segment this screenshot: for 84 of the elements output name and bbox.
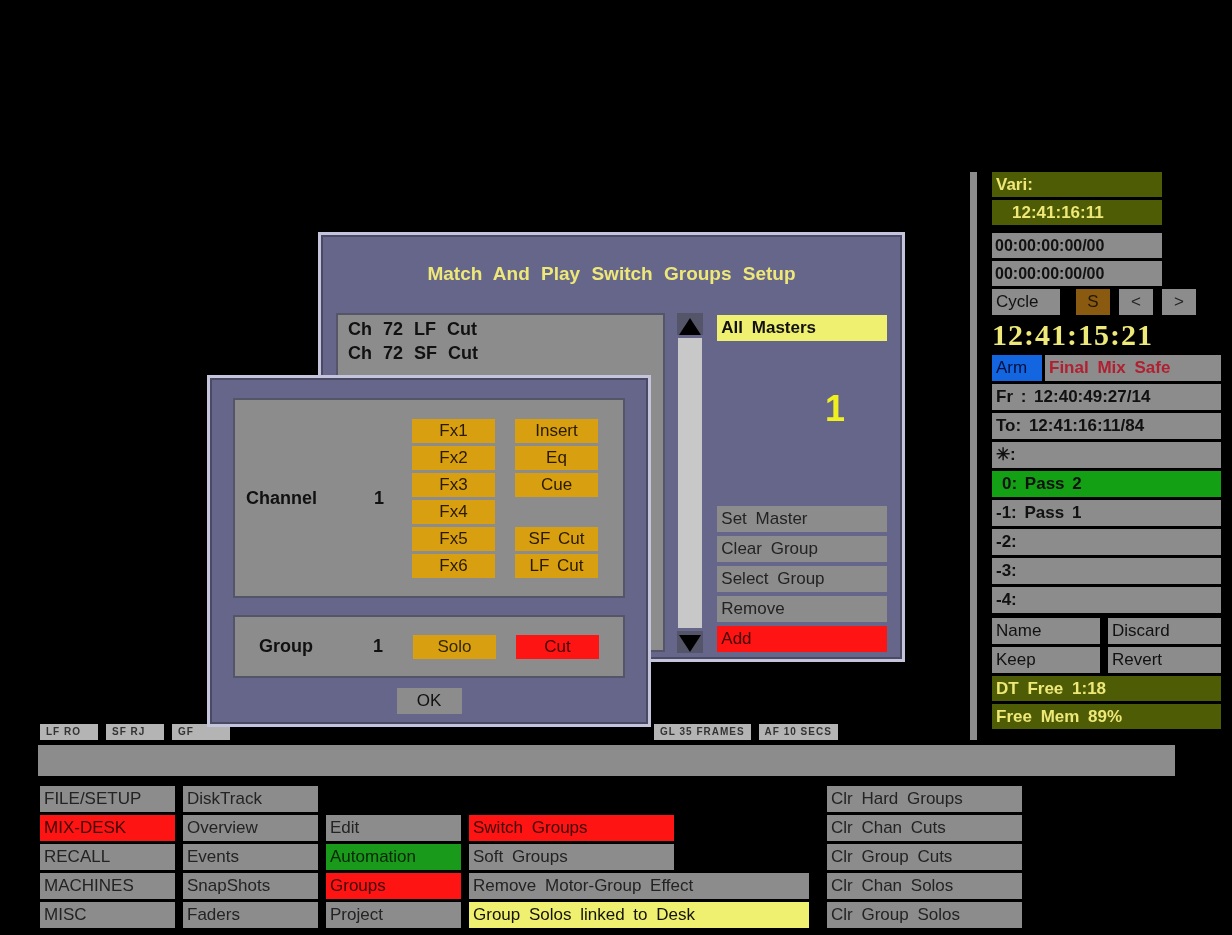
scroll-up-icon[interactable] xyxy=(677,313,704,335)
status-tag: SF RJ xyxy=(106,724,164,740)
status-tag: AF 10 SECS xyxy=(758,724,838,740)
from-time: Fr : 12:40:49:27/14 xyxy=(992,384,1221,410)
group-label: Group xyxy=(259,635,314,658)
status-tag: GF xyxy=(172,724,230,740)
toggle-button[interactable]: LF Cut xyxy=(515,553,598,578)
cycle-control-button[interactable]: S xyxy=(1076,289,1110,315)
cycle-control-button[interactable]: > xyxy=(1162,289,1196,315)
menu-item[interactable]: SnapShots xyxy=(183,873,318,899)
disk-free-status: DT Free 1:18 xyxy=(992,676,1221,701)
pass-item[interactable]: ✳: xyxy=(992,442,1221,468)
menu-item[interactable]: Overview xyxy=(183,815,318,841)
pass-action-button[interactable]: Revert xyxy=(1108,647,1221,673)
toggle-button[interactable]: Fx1 xyxy=(412,418,495,443)
arm-button[interactable]: Arm xyxy=(992,355,1042,381)
channel-number: 1 xyxy=(374,486,385,510)
menu-item[interactable]: Group Solos linked to Desk xyxy=(469,902,809,928)
menu-item[interactable]: Groups xyxy=(326,873,461,899)
group-number: 1 xyxy=(824,389,845,429)
pass-item[interactable]: -4: xyxy=(992,587,1221,613)
action-button[interactable]: Set Master xyxy=(717,506,887,532)
to-time: To: 12:41:16:11/84 xyxy=(992,413,1221,439)
action-button[interactable]: Remove xyxy=(717,596,887,622)
menu-item[interactable]: MISC xyxy=(40,902,175,928)
timecode-display: 00:00:00:00/00 xyxy=(992,233,1162,258)
ok-button[interactable]: OK xyxy=(396,688,462,714)
pass-item[interactable]: -3: xyxy=(992,558,1221,584)
master-selector[interactable]: All Masters xyxy=(717,315,887,341)
toggle-button[interactable]: Cut xyxy=(516,634,599,659)
status-tag: LF RO xyxy=(40,724,98,740)
toggle-button[interactable]: Fx3 xyxy=(412,472,495,497)
group-number: 1 xyxy=(373,635,384,658)
menu-item[interactable]: FILE/SETUP xyxy=(40,786,175,812)
cycle-button[interactable]: Cycle xyxy=(992,289,1060,315)
toggle-button[interactable]: Insert xyxy=(515,418,598,443)
toggle-button[interactable]: Fx4 xyxy=(412,499,495,524)
menu-item[interactable]: DiskTrack xyxy=(183,786,318,812)
menu-item[interactable]: Events xyxy=(183,844,318,870)
pass-action-button[interactable]: Discard xyxy=(1108,618,1221,644)
toggle-button[interactable]: Fx2 xyxy=(412,445,495,470)
menu-item[interactable]: Faders xyxy=(183,902,318,928)
menu-item[interactable]: Switch Groups xyxy=(469,815,674,841)
scrollbar-track[interactable] xyxy=(678,338,703,628)
menu-item[interactable]: Soft Groups xyxy=(469,844,674,870)
toggle-button[interactable]: Cue xyxy=(515,472,598,497)
menu-item[interactable]: Edit xyxy=(326,815,461,841)
dialog-title: Match And Play Switch Groups Setup xyxy=(427,262,796,286)
vari-time: 12:41:16:11 xyxy=(992,200,1162,225)
list-item[interactable]: Ch 72 SF Cut xyxy=(348,341,478,365)
menu-item[interactable]: Clr Group Solos xyxy=(827,902,1022,928)
pass-item[interactable]: -1: Pass 1 xyxy=(992,500,1221,526)
cycle-control-button[interactable]: < xyxy=(1119,289,1153,315)
menu-item[interactable]: Clr Hard Groups xyxy=(827,786,1022,812)
toggle-button[interactable]: Fx6 xyxy=(412,553,495,578)
menu-item[interactable]: Clr Chan Cuts xyxy=(827,815,1022,841)
memory-status: Free Mem 89% xyxy=(992,704,1221,729)
vari-label: Vari: xyxy=(992,172,1162,197)
scroll-down-icon[interactable] xyxy=(677,631,704,653)
action-button[interactable]: Select Group xyxy=(717,566,887,592)
pass-action-button[interactable]: Name xyxy=(992,618,1100,644)
menu-item[interactable]: Remove Motor-Group Effect xyxy=(469,873,809,899)
action-button[interactable]: Clear Group xyxy=(717,536,887,562)
menu-item[interactable]: Clr Chan Solos xyxy=(827,873,1022,899)
toggle-button[interactable]: SF Cut xyxy=(515,526,598,551)
pass-item[interactable]: -2: xyxy=(992,529,1221,555)
action-button[interactable]: Add xyxy=(717,626,887,652)
menu-item[interactable]: Clr Group Cuts xyxy=(827,844,1022,870)
clock-display: 12:41:15:21 xyxy=(992,318,1153,352)
timecode-display: 00:00:00:00/00 xyxy=(992,261,1162,286)
pass-action-button[interactable]: Keep xyxy=(992,647,1100,673)
channel-label: Channel xyxy=(246,486,318,510)
status-tag: GL 35 FRAMES xyxy=(654,724,751,740)
menu-item[interactable]: RECALL xyxy=(40,844,175,870)
menu-item[interactable]: Project xyxy=(326,902,461,928)
toggle-button[interactable]: Solo xyxy=(413,634,496,659)
toggle-button[interactable]: Fx5 xyxy=(412,526,495,551)
list-item[interactable]: Ch 72 LF Cut xyxy=(348,317,477,341)
menu-item[interactable]: MACHINES xyxy=(40,873,175,899)
safe-label: Final Mix Safe xyxy=(1045,355,1221,381)
menu-item[interactable]: MIX-DESK xyxy=(40,815,175,841)
toggle-button[interactable]: Eq xyxy=(515,445,598,470)
pass-item[interactable]: 0: Pass 2 xyxy=(992,471,1221,497)
menu-item[interactable]: Automation xyxy=(326,844,461,870)
